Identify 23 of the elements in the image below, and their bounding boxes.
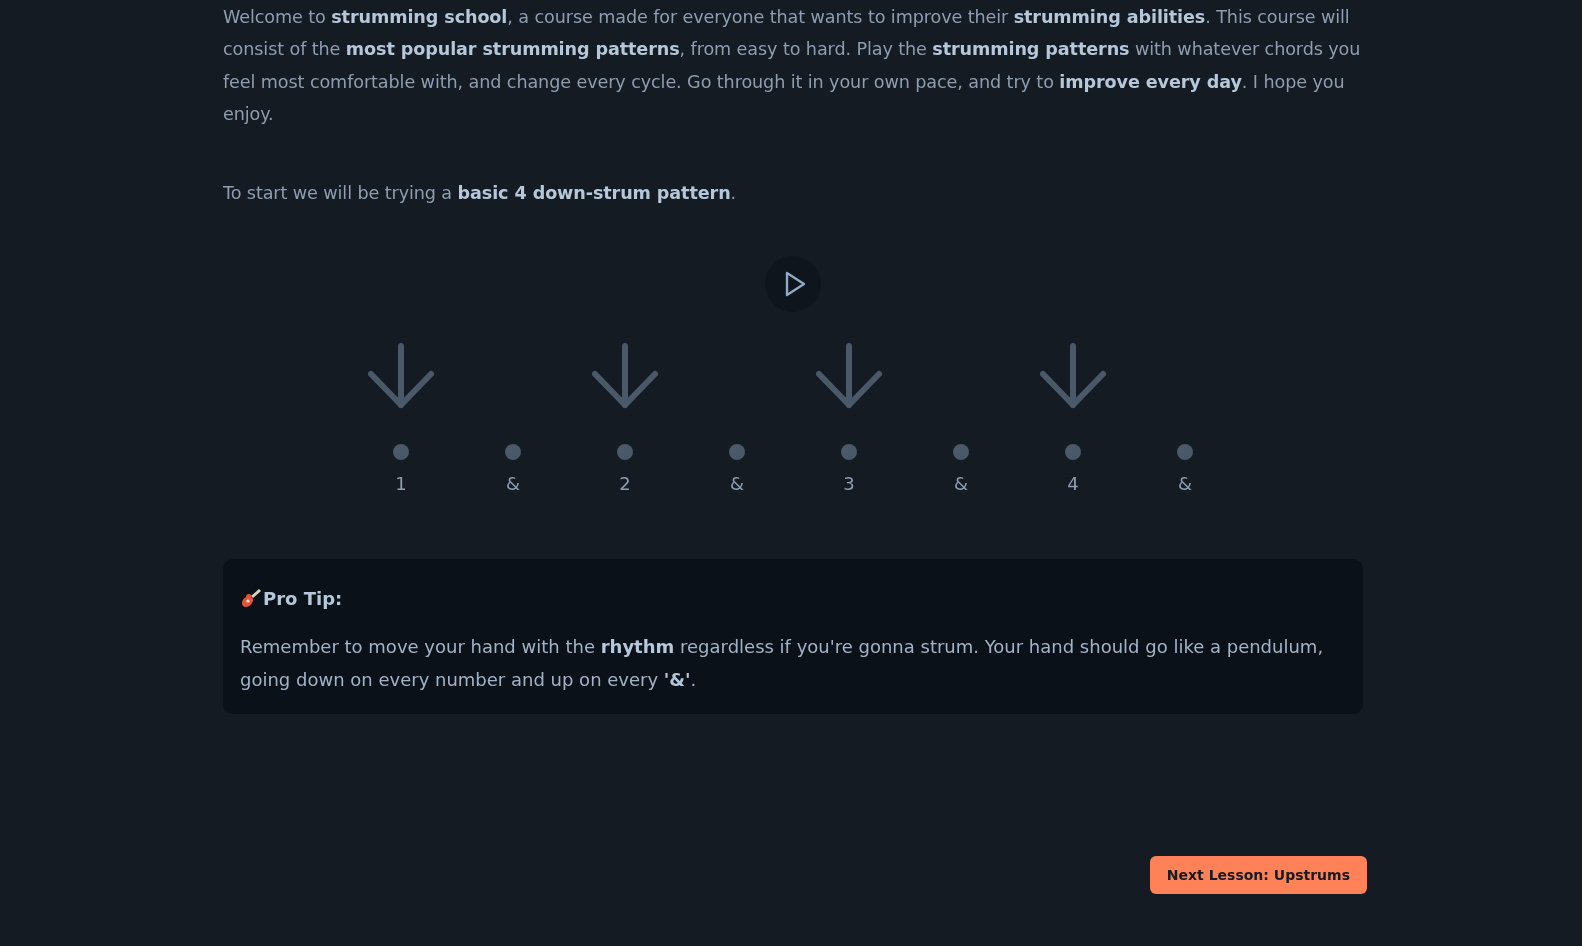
beat-label: & (953, 473, 968, 496)
beat-label: 4 (1067, 473, 1079, 496)
beat-dot (505, 444, 521, 461)
paragraph: Welcome to strumming school, a course made for everyone that wants to improve their strumming abilities. This course will consist of the most popular strumming patterns, from easy to hard. Play the strumming patterns with whatever chords you feel most comfortable with, and change every cycle. Go through it in your own pace, and try to improve every day. I hope you enjoy. (223, 6, 1362, 126)
beat-dot (393, 444, 409, 461)
beat-dot (841, 444, 857, 461)
guitar-icon (240, 587, 262, 610)
beat-dot (1177, 444, 1193, 461)
paragraph: To start we will be trying a basic 4 down-strum pattern. (223, 182, 738, 206)
beat-dot (729, 444, 745, 461)
beat-label: & (1177, 473, 1192, 496)
beat-label: 2 (619, 473, 631, 496)
tip-text: Remember to move your hand with the rhythm regardless if you're gonna strum. Your hand should go like a pendulum, going down on every number and up on every '&'. (240, 635, 1325, 692)
beat-dot (1065, 444, 1081, 461)
beat-label: & (729, 473, 744, 496)
next-lesson-button[interactable]: Next Lesson: Upstrums (1149, 856, 1367, 895)
beat-label: 1 (395, 473, 407, 496)
beat-label: 3 (843, 473, 855, 496)
beat-dot (953, 444, 969, 461)
beat-label: & (505, 473, 520, 496)
tip-title: Pro Tip: (263, 588, 343, 609)
play-icon (783, 271, 806, 298)
beat-dot (617, 444, 633, 461)
